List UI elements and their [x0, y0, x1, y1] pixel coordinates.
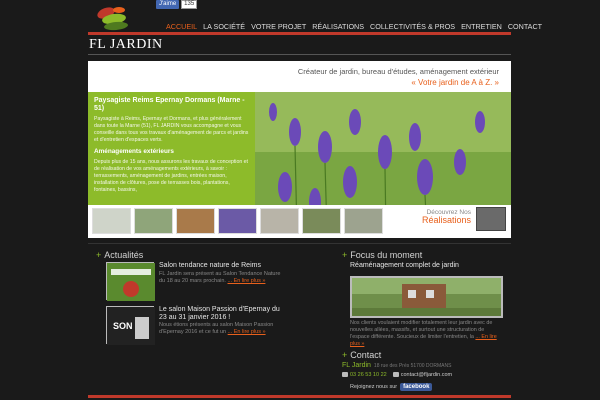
intro-subtitle: Aménagements extérieurs	[94, 148, 174, 156]
intro-title: Paysagiste Reims Epernay Dormans (Marne …	[94, 97, 245, 112]
news-title-2[interactable]: Le salon Maison Passion d'Epernay du 23 …	[159, 306, 289, 322]
intro-paragraph-2: Depuis plus de 15 ans, nous assurons les…	[94, 159, 248, 194]
news-image-2[interactable]: SON	[106, 306, 155, 345]
plus-icon: +	[342, 350, 348, 360]
focus-item-title[interactable]: Réaménagement complet de jardin	[350, 262, 459, 269]
section-divider	[88, 243, 511, 244]
phone-entry[interactable]: 03 26 53 10 22	[342, 372, 387, 378]
nav-item-collectivites[interactable]: Collectivités & Pros	[370, 22, 455, 31]
thumbnail-4[interactable]	[218, 208, 257, 234]
fb-like-button[interactable]: J'aime	[156, 0, 180, 9]
focus-title: Focus du moment	[350, 250, 423, 260]
company-name: FL Jardin	[342, 362, 371, 369]
contact-company: FL Jardin 18 rue des Prés 51700 DORMANS	[342, 362, 451, 369]
intro-paragraph: Paysagiste à Reims, Epernay et Dormans, …	[94, 116, 249, 144]
mail-icon	[392, 372, 399, 378]
tagline-slogan: « Votre jardin de A à Z. »	[411, 78, 499, 87]
contact-details: 03 26 53 10 22 contact@fljardin.com	[342, 372, 452, 378]
thumbnail-3[interactable]	[176, 208, 215, 234]
contact-section-title: + Contact	[342, 350, 381, 360]
join-label: Rejoignez nous sur	[350, 384, 398, 390]
news-item: Salon tendance nature de Reims FL Jardin…	[106, 262, 336, 302]
news-image-1[interactable]	[106, 262, 155, 301]
thumbnail-5[interactable]	[260, 208, 299, 234]
hero-banner: Créateur de jardin, bureau d'études, amé…	[88, 61, 511, 238]
svg-text:SON: SON	[113, 321, 133, 331]
focus-text: Nos clients voulaient modifier totalemen…	[350, 320, 500, 348]
fb-like-count: 135	[181, 0, 198, 9]
nav-item-entretien[interactable]: Entretien	[461, 22, 502, 31]
logo-icon[interactable]	[96, 4, 132, 32]
facebook-join: Rejoignez nous sur facebook	[350, 383, 433, 391]
focus-section-title: + Focus du moment	[342, 250, 422, 260]
phone-number: 03 26 53 10 22	[350, 372, 387, 378]
plus-icon: +	[96, 250, 102, 260]
email-entry[interactable]: contact@fljardin.com	[392, 372, 453, 378]
news-text-1: FL Jardin sera présent au Salon Tendance…	[159, 271, 284, 285]
focus-text-body: Nos clients voulaient modifier totalemen…	[350, 320, 493, 341]
tagline: Créateur de jardin, bureau d'études, amé…	[298, 67, 499, 87]
contact-title: Contact	[350, 350, 382, 360]
discover-line2: Réalisations	[421, 215, 471, 226]
brand-divider	[88, 54, 511, 55]
phone-icon	[342, 372, 348, 378]
nav-item-projet[interactable]: Votre projet	[251, 22, 306, 31]
plus-icon: +	[342, 250, 348, 260]
thumbnail-7[interactable]	[344, 208, 383, 234]
thumbnail-1[interactable]	[92, 208, 131, 234]
thumbnail-6[interactable]	[302, 208, 341, 234]
news-item: SON Le salon Maison Passion d'Epernay du…	[106, 306, 336, 346]
tagline-main: Créateur de jardin, bureau d'études, amé…	[297, 67, 499, 76]
read-more-link[interactable]: ... En lire plus »	[228, 278, 266, 284]
read-more-link[interactable]: ... En lire plus »	[228, 329, 266, 335]
focus-image[interactable]	[350, 276, 503, 318]
main-nav: Accueil La société Votre projet Réalisat…	[166, 22, 542, 31]
news-title: Actualités	[104, 250, 144, 260]
thumbnail-2[interactable]	[134, 208, 173, 234]
facebook-button[interactable]: facebook	[400, 383, 433, 391]
news-section-title: + Actualités	[96, 250, 143, 260]
realisations-image[interactable]	[476, 207, 506, 231]
discover-realisations-link[interactable]: Découvrez Nos Réalisations	[422, 209, 471, 226]
news-title-1[interactable]: Salon tendance nature de Reims	[159, 262, 289, 270]
nav-item-societe[interactable]: La société	[203, 22, 245, 31]
footer-divider	[88, 395, 511, 398]
company-address: 18 rue des Prés 51700 DORMANS	[373, 363, 452, 369]
brand-title: FL JARDIN	[89, 37, 163, 52]
nav-item-accueil[interactable]: Accueil	[166, 22, 197, 31]
header-divider	[88, 32, 511, 35]
nav-item-contact[interactable]: Contact	[508, 22, 542, 31]
email-address: contact@fljardin.com	[400, 372, 453, 378]
facebook-like-widget[interactable]: J'aime 135	[156, 0, 198, 9]
nav-item-realisations[interactable]: Réalisations	[312, 22, 364, 31]
news-text-2: Nous étions présents au salon Maison Pas…	[159, 322, 284, 336]
